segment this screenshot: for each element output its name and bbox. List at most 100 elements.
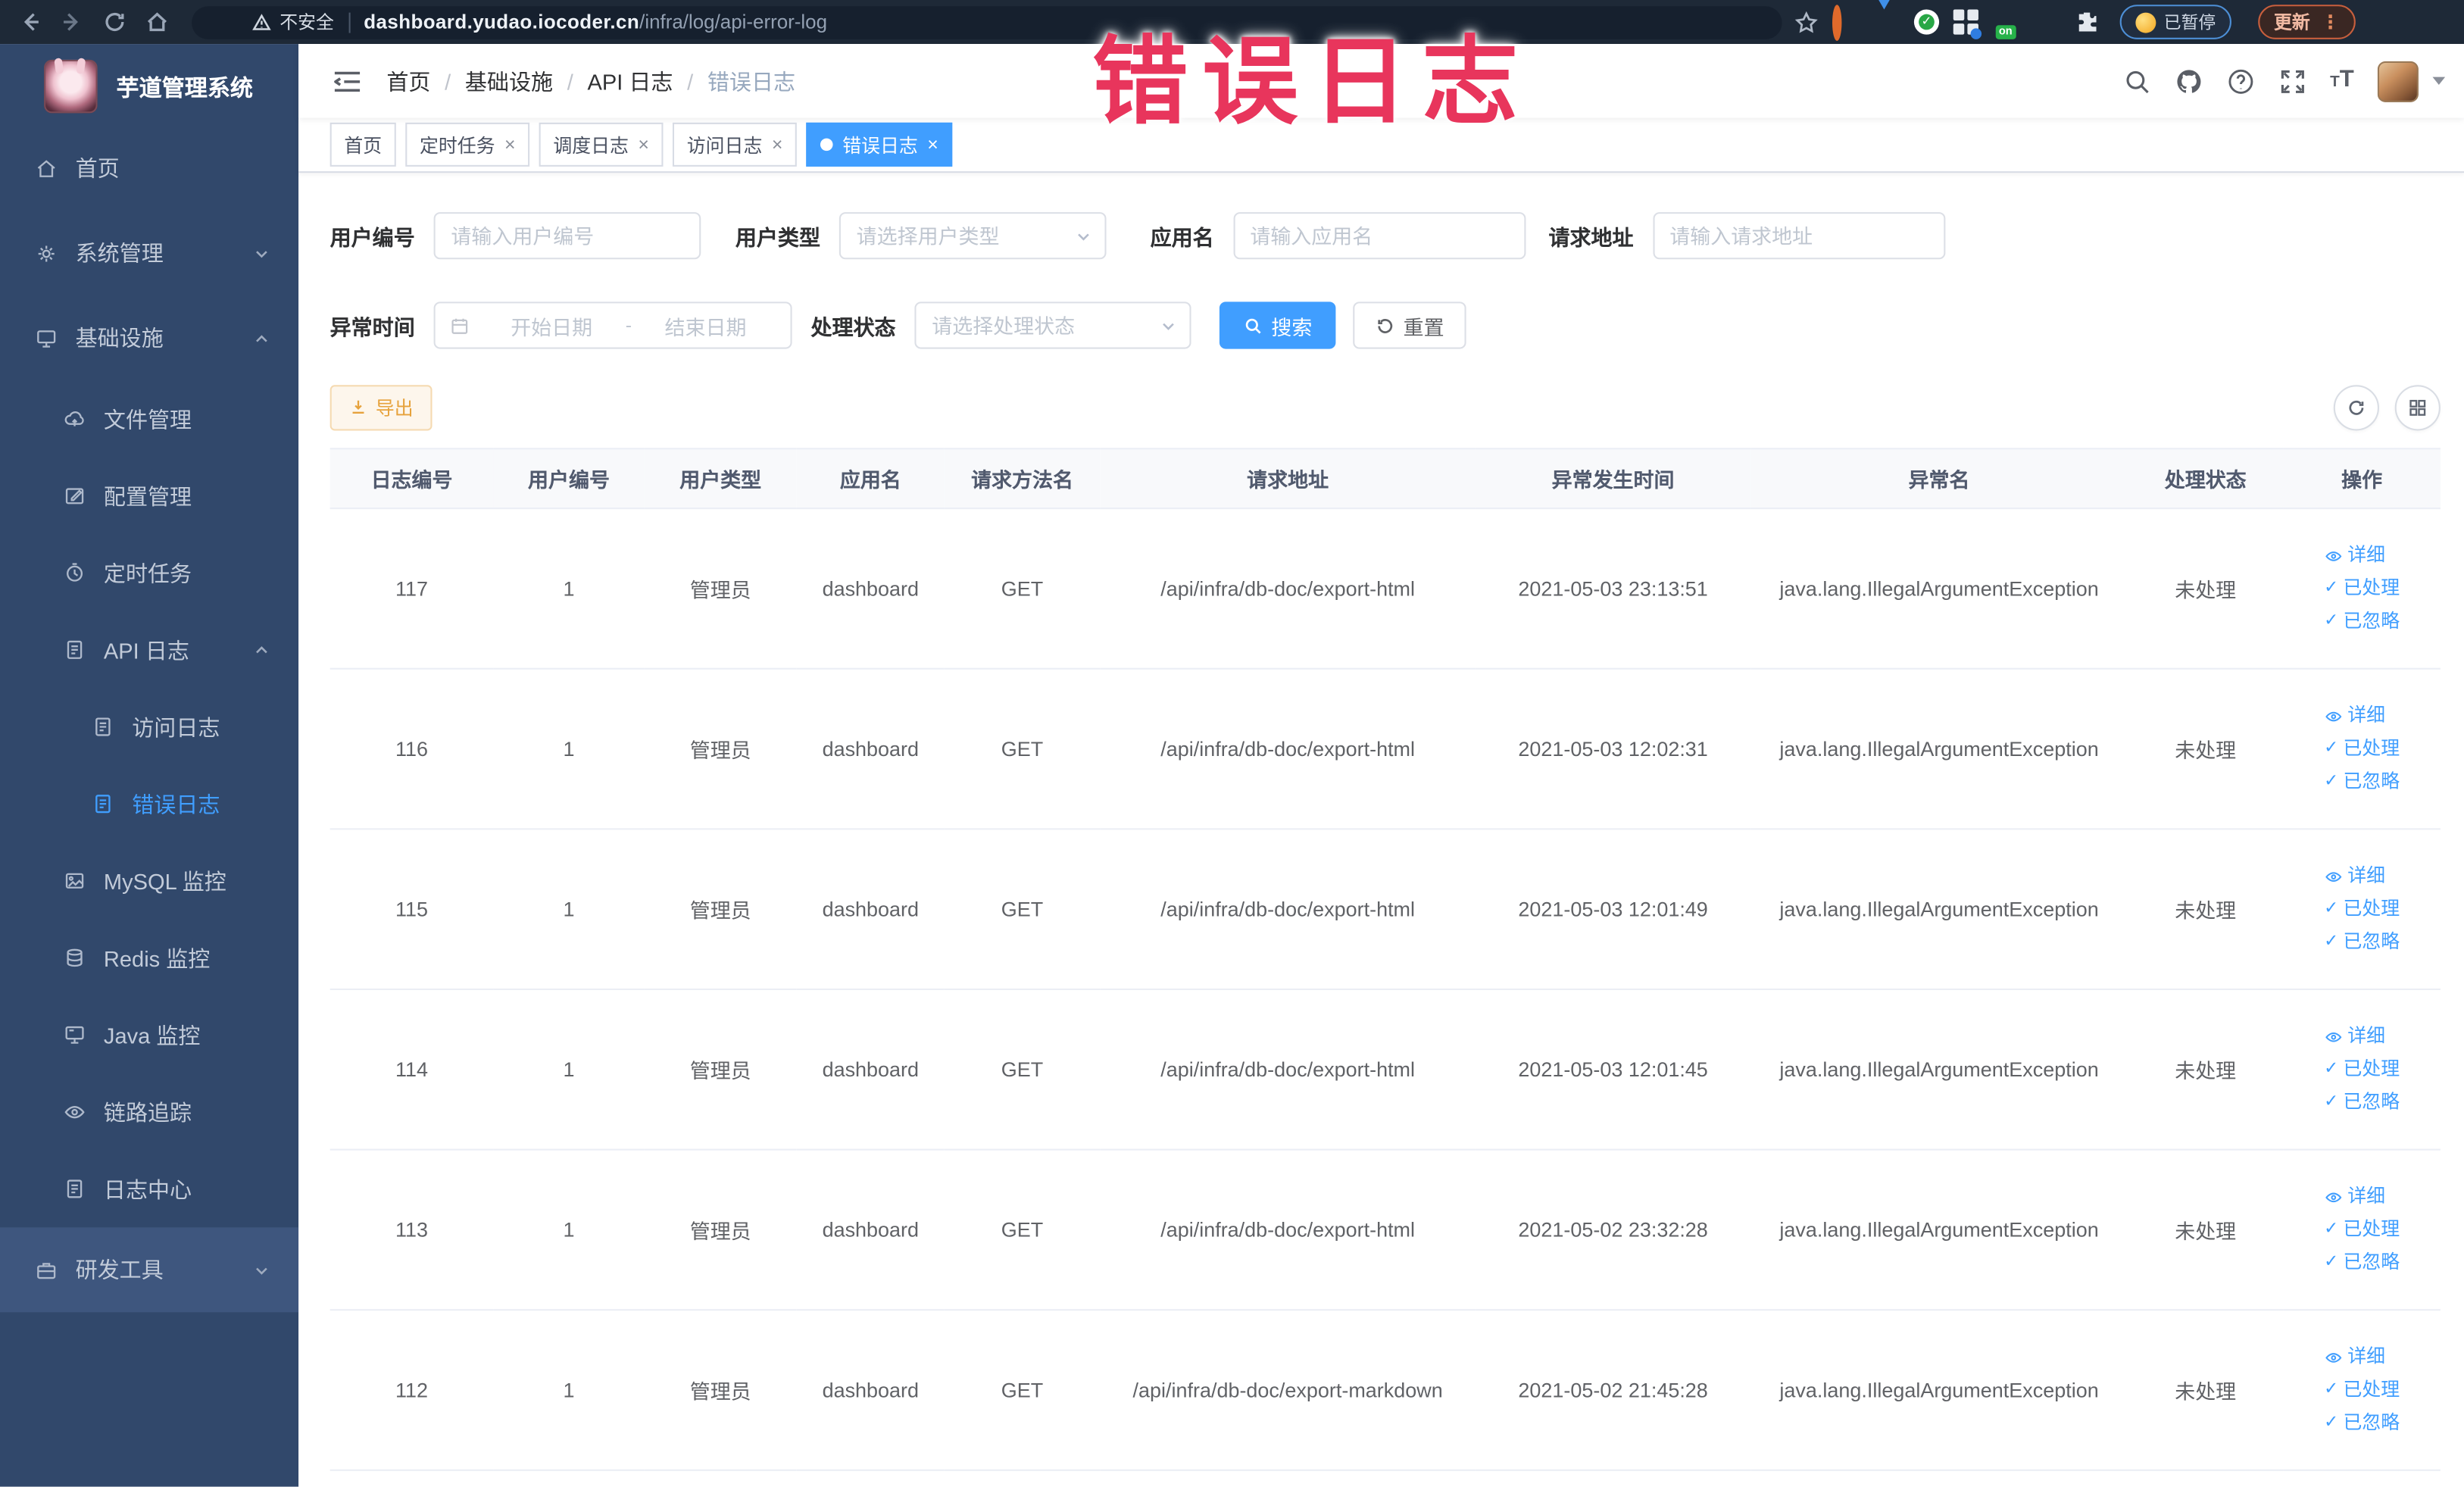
screen: 不安全 dashboard.yudao.iocoder.cn/infra/log…	[0, 0, 2464, 1487]
sidebar-item-system[interactable]: 系统管理	[0, 211, 298, 295]
cell-method: GET	[944, 1149, 1101, 1311]
browser-menu-icon[interactable]: ⋮	[2321, 11, 2340, 33]
detail-link[interactable]: 详细	[2324, 1345, 2400, 1369]
edit-icon	[65, 488, 84, 505]
extension-icon-leaf[interactable]	[2034, 8, 2060, 35]
app-logo-row[interactable]: 芋道管理系统	[0, 44, 298, 123]
cell-user-id: 1	[493, 829, 645, 991]
github-icon[interactable]	[2175, 67, 2203, 95]
mark-ignored-link[interactable]: ✓ 已忽略	[2324, 930, 2400, 954]
sidebar-item-redis-monitor[interactable]: Redis 监控	[0, 920, 298, 997]
breadcrumb-api-log[interactable]: API 日志	[587, 65, 673, 96]
cell-user-type: 管理员	[644, 829, 797, 991]
forward-icon[interactable]	[60, 9, 85, 34]
request-url-input[interactable]	[1652, 212, 1945, 260]
font-size-icon[interactable]: TT	[2330, 65, 2354, 96]
security-label[interactable]: 不安全	[280, 9, 334, 34]
sidebar-item-java-monitor[interactable]: Java 监控	[0, 996, 298, 1073]
sidebar-item-access-log[interactable]: 访问日志	[0, 689, 298, 766]
tab-dispatch-log[interactable]: 调度日志 ×	[539, 122, 664, 167]
not-secure-icon	[252, 13, 271, 30]
date-range-picker[interactable]: 开始日期 - 结束日期	[433, 301, 792, 349]
sidebar-item-error-log[interactable]: 错误日志	[0, 765, 298, 842]
home-icon[interactable]	[145, 9, 170, 34]
sidebar-item-infrastructure[interactable]: 基础设施	[0, 295, 298, 380]
user-id-input[interactable]	[433, 212, 701, 260]
export-button[interactable]: 导出	[329, 384, 433, 430]
extension-icon-v[interactable]: ✓	[1913, 9, 1940, 35]
sidebar-item-home[interactable]: 首页	[0, 126, 298, 211]
reset-button[interactable]: 重置	[1353, 301, 1466, 349]
mark-processed-link[interactable]: ✓ 已处理	[2324, 898, 2400, 921]
paused-badge[interactable]: 已暂停	[2119, 5, 2231, 39]
detail-link[interactable]: 详细	[2324, 1185, 2400, 1208]
sidebar-item-trace[interactable]: 链路追踪	[0, 1073, 298, 1151]
sidebar-item-file-management[interactable]: 文件管理	[0, 380, 298, 458]
mark-ignored-link[interactable]: ✓ 已忽略	[2324, 1411, 2400, 1435]
cell-user-type: 管理员	[644, 1149, 797, 1311]
reload-icon[interactable]	[102, 9, 127, 34]
mark-processed-link[interactable]: ✓ 已处理	[2324, 1378, 2400, 1401]
tab-home[interactable]: 首页	[329, 122, 396, 167]
tab-access-log[interactable]: 访问日志 ×	[673, 122, 798, 167]
tab-error-log[interactable]: 错误日志 ×	[806, 122, 953, 167]
mark-processed-link[interactable]: ✓ 已处理	[2324, 737, 2400, 761]
sidebar-item-mysql-monitor[interactable]: MySQL 监控	[0, 842, 298, 920]
cell-user-type: 管理员	[644, 989, 797, 1151]
user-id-label: 用户编号	[329, 226, 415, 250]
detail-link[interactable]: 详细	[2324, 544, 2400, 567]
status-select[interactable]	[914, 301, 1191, 349]
breadcrumb-infrastructure[interactable]: 基础设施	[465, 65, 553, 96]
mark-ignored-link[interactable]: ✓ 已忽略	[2324, 770, 2400, 794]
table-row: 114 1 管理员 dashboard GET /api/infra/db-do…	[329, 989, 2441, 1151]
cell-exception-time: 2021-05-03 12:02:31	[1476, 668, 1751, 830]
search-icon	[1245, 317, 1261, 333]
extensions-puzzle-icon[interactable]	[2074, 9, 2099, 34]
extension-icon-on[interactable]: on	[1993, 8, 2019, 39]
detail-link[interactable]: 详细	[2324, 864, 2400, 888]
back-icon[interactable]	[17, 9, 42, 34]
address-bar[interactable]: 不安全 dashboard.yudao.iocoder.cn/infra/log…	[192, 5, 1782, 39]
close-icon[interactable]: ×	[504, 135, 516, 154]
sidebar-item-api-log[interactable]: API 日志	[0, 611, 298, 689]
column-settings-button[interactable]	[2394, 384, 2441, 430]
search-button[interactable]: 搜索	[1219, 301, 1336, 349]
extension-icon-grid[interactable]	[1953, 8, 1982, 39]
refresh-button[interactable]	[2333, 384, 2379, 430]
detail-link[interactable]: 详细	[2324, 704, 2400, 727]
mark-ignored-link[interactable]: ✓ 已忽略	[2324, 610, 2400, 633]
extension-icon-shield[interactable]	[1872, 0, 1900, 36]
detail-link[interactable]: 详细	[2324, 1025, 2400, 1048]
search-icon[interactable]	[2122, 67, 2150, 95]
sidebar-item-config-management[interactable]: 配置管理	[0, 458, 298, 535]
help-icon[interactable]	[2226, 67, 2254, 95]
mark-processed-link[interactable]: ✓ 已处理	[2324, 576, 2400, 600]
col-user-id: 用户编号	[493, 448, 645, 510]
sidebar-item-scheduled-tasks[interactable]: 定时任务	[0, 534, 298, 611]
update-button[interactable]: 更新 ⋮	[2258, 5, 2356, 39]
tab-scheduled-tasks[interactable]: 定时任务 ×	[405, 122, 530, 167]
mark-processed-link[interactable]: ✓ 已处理	[2324, 1218, 2400, 1242]
sidebar-item-dev-tools[interactable]: 研发工具	[0, 1227, 299, 1313]
user-avatar[interactable]	[2377, 60, 2419, 102]
mark-ignored-link[interactable]: ✓ 已忽略	[2324, 1251, 2400, 1274]
mark-ignored-link[interactable]: ✓ 已忽略	[2324, 1091, 2400, 1114]
cell-log-id: 112	[329, 1310, 494, 1471]
close-icon[interactable]: ×	[927, 135, 938, 154]
fullscreen-icon[interactable]	[2278, 67, 2306, 95]
app-name-input[interactable]	[1232, 212, 1526, 260]
document-icon	[95, 717, 111, 736]
cell-request-url: /api/infra/db-doc/export-markdown	[1100, 1310, 1476, 1471]
breadcrumb-home[interactable]: 首页	[386, 65, 430, 96]
mark-processed-link[interactable]: ✓ 已处理	[2324, 1057, 2400, 1081]
extension-icon-orange[interactable]	[1832, 4, 1859, 40]
sidebar-toggle-icon[interactable]	[333, 68, 361, 93]
user-type-select[interactable]	[839, 212, 1107, 260]
close-icon[interactable]: ×	[638, 135, 649, 154]
avatar-caret-icon[interactable]	[2432, 77, 2446, 86]
app-header: 首页 / 基础设施 / API 日志 / 错误日志 TT	[298, 44, 2464, 118]
eye-icon	[2325, 1352, 2342, 1362]
close-icon[interactable]: ×	[772, 135, 783, 154]
bookmark-star-icon[interactable]	[1794, 10, 1818, 33]
sidebar-item-log-center[interactable]: 日志中心	[0, 1151, 298, 1228]
